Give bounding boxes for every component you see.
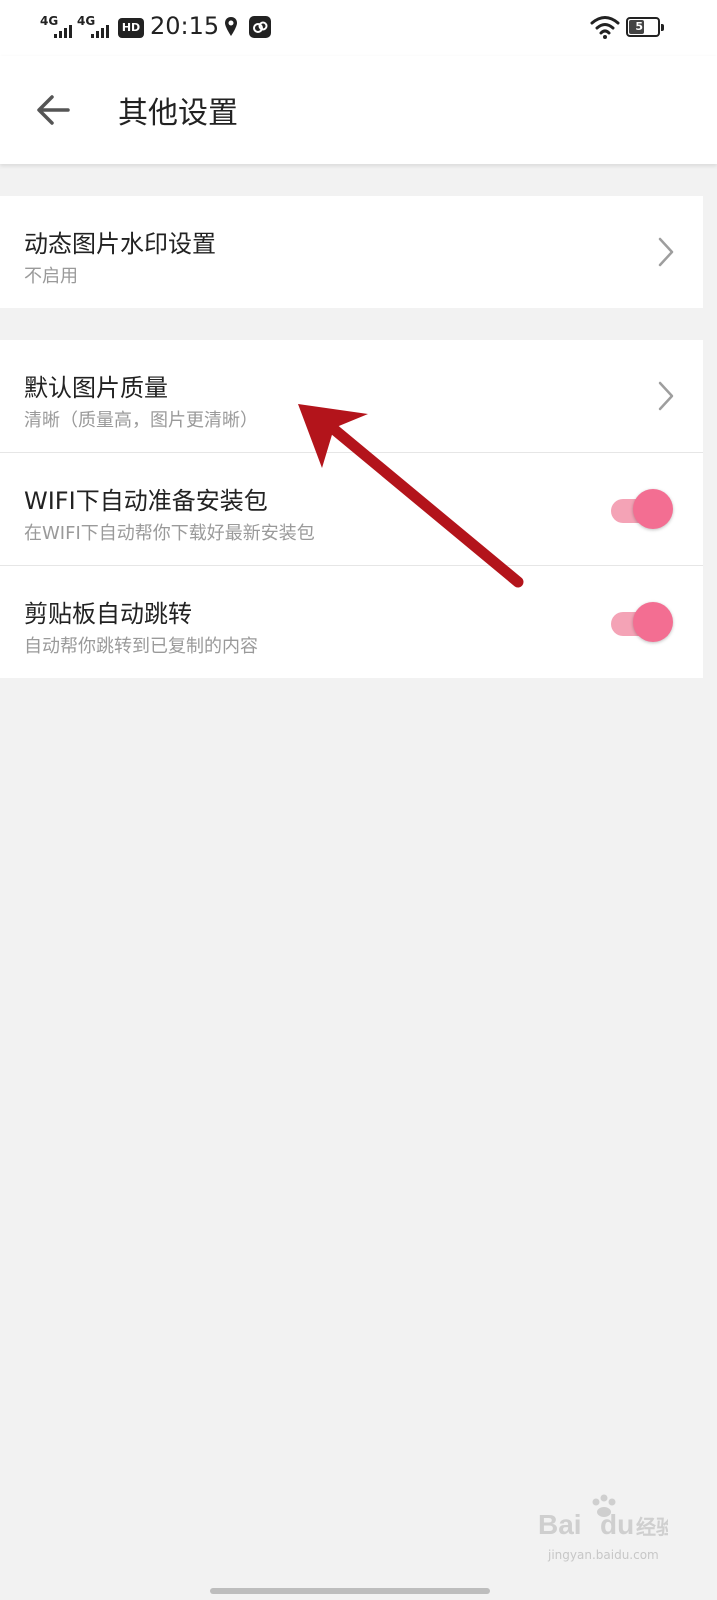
setting-value: 不启用 [24,266,78,287]
chevron-right-icon [658,237,674,267]
baidu-jingyan-watermark-logo: Bai du 经验 [538,1494,668,1540]
settings-group-watermark: 动态图片水印设置 不启用 [0,196,703,308]
setting-label: 动态图片水印设置 [24,230,216,258]
battery-level: 51 [635,20,651,33]
setting-dynamic-watermark[interactable]: 动态图片水印设置 不启用 [0,196,703,308]
watermark-url: jingyan.baidu.com [548,1548,659,1562]
app-bar: 其他设置 [0,56,717,164]
wifi-auto-download-toggle[interactable] [611,489,673,529]
svg-text:Bai: Bai [538,1509,582,1540]
location-pin-icon [225,17,237,36]
setting-description: 在WIFI下自动帮你下载好最新安装包 [24,523,315,544]
clipboard-auto-jump-toggle[interactable] [611,602,673,642]
battery-icon: 51 [626,17,664,37]
setting-description: 自动帮你跳转到已复制的内容 [24,636,258,657]
wifi-icon [590,16,620,39]
home-indicator[interactable] [210,1588,490,1594]
setting-label: 默认图片质量 [24,374,168,402]
status-time: 20:15 [150,12,220,40]
setting-label: WIFI下自动准备安装包 [24,487,268,515]
hd-voice-icon: HD [118,18,144,38]
page-title: 其他设置 [118,96,238,131]
chevron-right-icon [658,381,674,411]
setting-value: 清晰（质量高，图片更清晰） [24,410,258,431]
setting-label: 剪贴板自动跳转 [24,600,192,628]
annotation-arrow-icon [298,404,524,588]
status-bar: 4G 4G HD 20:15 51 [0,0,717,56]
back-arrow-icon[interactable] [28,84,80,136]
svg-text:经验: 经验 [636,1515,668,1539]
cloud-app-icon [249,16,271,38]
